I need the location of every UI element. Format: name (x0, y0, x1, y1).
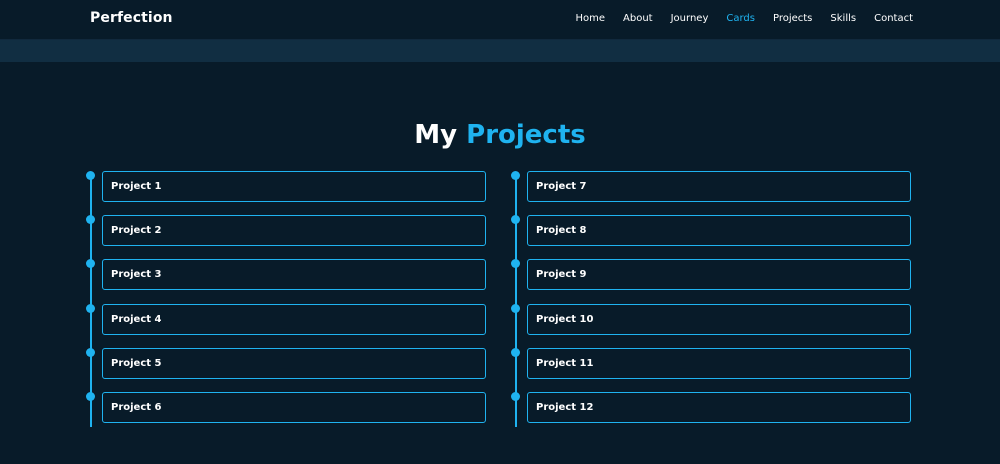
timeline-dot-icon (511, 348, 520, 357)
timeline-dot-icon (86, 392, 95, 401)
timeline-dot-icon (511, 215, 520, 224)
section-title-part1: My (414, 120, 458, 150)
project-card-label: Project 10 (536, 314, 594, 325)
timeline-dot-icon (86, 348, 95, 357)
timeline-item: Project 4 (86, 304, 512, 338)
timeline-dot-icon (511, 304, 520, 313)
project-card-label: Project 7 (536, 181, 587, 192)
project-card-label: Project 6 (111, 402, 162, 413)
sub-header-bar (0, 40, 1000, 62)
nav-link-projects[interactable]: Projects (773, 13, 812, 24)
project-card-label: Project 3 (111, 269, 162, 280)
project-card[interactable]: Project 12 (527, 392, 911, 423)
project-card-label: Project 9 (536, 269, 587, 280)
timeline-dot-icon (511, 259, 520, 268)
project-card-label: Project 2 (111, 225, 162, 236)
timeline-dot-icon (511, 392, 520, 401)
section-title: My Projects (0, 118, 1000, 152)
timeline-line (90, 175, 92, 427)
project-card-label: Project 4 (111, 314, 162, 325)
project-card[interactable]: Project 4 (102, 304, 486, 335)
project-card-label: Project 8 (536, 225, 587, 236)
timeline-dot-icon (86, 215, 95, 224)
project-card[interactable]: Project 1 (102, 171, 486, 202)
nav-link-about[interactable]: About (623, 13, 653, 24)
timeline-item: Project 7 (511, 171, 937, 205)
project-card[interactable]: Project 5 (102, 348, 486, 379)
timeline-dot-icon (511, 171, 520, 180)
timeline-item: Project 6 (86, 392, 512, 426)
project-card-label: Project 1 (111, 181, 162, 192)
brand-logo[interactable]: Perfection (90, 10, 173, 26)
timeline-item: Project 12 (511, 392, 937, 426)
timeline-dot-icon (86, 304, 95, 313)
timeline-item: Project 5 (86, 348, 512, 382)
project-card[interactable]: Project 11 (527, 348, 911, 379)
nav-link-home[interactable]: Home (576, 13, 606, 24)
timeline-left: Project 1 Project 2 Project 3 Project 4 … (86, 171, 512, 427)
nav-link-contact[interactable]: Contact (874, 13, 913, 24)
section-title-part2: Projects (466, 120, 586, 150)
timeline-item: Project 11 (511, 348, 937, 382)
timeline-dot-icon (86, 259, 95, 268)
timeline-right: Project 7 Project 8 Project 9 Project 10… (511, 171, 937, 427)
nav-links: Home About Journey Cards Projects Skills… (558, 13, 914, 24)
project-card[interactable]: Project 6 (102, 392, 486, 423)
project-card[interactable]: Project 7 (527, 171, 911, 202)
project-card[interactable]: Project 2 (102, 215, 486, 246)
timeline-dot-icon (86, 171, 95, 180)
timeline-item: Project 10 (511, 304, 937, 338)
timeline-item: Project 9 (511, 259, 937, 293)
project-card[interactable]: Project 8 (527, 215, 911, 246)
timeline-line (515, 175, 517, 427)
project-card-label: Project 12 (536, 402, 594, 413)
project-card[interactable]: Project 9 (527, 259, 911, 290)
nav-link-journey[interactable]: Journey (671, 13, 709, 24)
project-card-label: Project 5 (111, 358, 162, 369)
project-card[interactable]: Project 3 (102, 259, 486, 290)
nav-link-skills[interactable]: Skills (830, 13, 856, 24)
timeline-item: Project 3 (86, 259, 512, 293)
project-card[interactable]: Project 10 (527, 304, 911, 335)
project-card-label: Project 11 (536, 358, 594, 369)
navbar: Perfection Home About Journey Cards Proj… (0, 0, 1000, 40)
timeline-item: Project 1 (86, 171, 512, 205)
timeline-item: Project 8 (511, 215, 937, 249)
timeline-item: Project 2 (86, 215, 512, 249)
nav-link-cards[interactable]: Cards (726, 13, 755, 24)
